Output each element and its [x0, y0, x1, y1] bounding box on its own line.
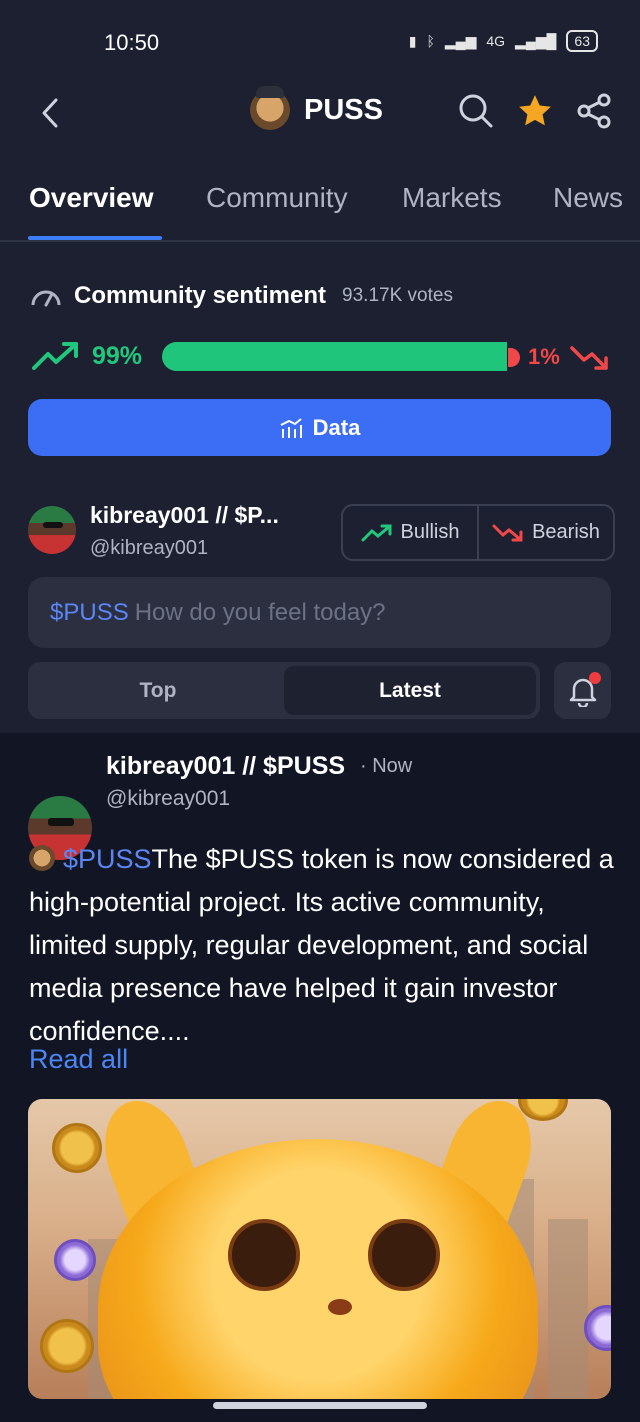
header-title-group: PUSS: [250, 86, 383, 130]
main-tabs: Overview Community Markets News: [0, 170, 640, 242]
trend-down-icon: [570, 346, 608, 370]
chart-icon: [280, 417, 302, 438]
vote-buttons: Bullish Bearish: [341, 504, 615, 561]
coin-icon: [584, 1305, 611, 1351]
cat-nose: [328, 1299, 352, 1315]
signal-strong-icon: ▂▄▆█: [515, 32, 557, 49]
avatar[interactable]: [28, 506, 76, 554]
notification-dot: [589, 672, 601, 684]
tab-community[interactable]: Community: [206, 182, 348, 214]
post-handle: @kibreay001: [106, 787, 231, 810]
bullish-percentage: 99%: [92, 342, 143, 370]
notification-button[interactable]: [554, 662, 611, 719]
sentiment-title: Community sentiment: [74, 282, 327, 309]
tab-news[interactable]: News: [553, 182, 623, 214]
post-time: · Now: [360, 755, 413, 777]
sentiment-votes: 93.17K votes: [342, 285, 453, 306]
puss-logo-icon: [250, 86, 290, 130]
gauge-icon: [31, 290, 61, 307]
post-author[interactable]: kibreay001 // $PUSS: [106, 752, 345, 781]
data-button[interactable]: Data: [28, 399, 611, 456]
home-indicator[interactable]: [213, 1402, 427, 1409]
compose-user-name: kibreay001 // $P...: [90, 502, 279, 528]
star-icon[interactable]: [516, 92, 554, 130]
coin-icon: [40, 1319, 94, 1373]
bearish-label: Bearish: [532, 521, 600, 543]
active-tab-indicator: [28, 236, 162, 240]
post-image[interactable]: [28, 1099, 611, 1399]
sort-toggle: Top Latest: [28, 662, 540, 719]
network-label: 4G: [486, 33, 506, 49]
cat-eye: [368, 1219, 440, 1291]
coin-icon: [54, 1239, 96, 1281]
coin-icon: [52, 1123, 102, 1173]
bearish-button[interactable]: Bearish: [477, 506, 613, 559]
building-shape: [548, 1219, 588, 1399]
sort-top[interactable]: Top: [32, 666, 284, 715]
trend-down-icon: [492, 524, 523, 541]
cat-eye: [228, 1219, 300, 1291]
tab-overview[interactable]: Overview: [29, 182, 154, 214]
bullish-button[interactable]: Bullish: [343, 506, 477, 559]
tab-markets[interactable]: Markets: [402, 182, 502, 214]
status-time: 10:50: [104, 30, 160, 55]
share-icon[interactable]: [576, 93, 612, 129]
bullish-label: Bullish: [400, 521, 460, 543]
post-body: $PUSSThe $PUSS token is now considered a…: [29, 838, 614, 1053]
search-icon[interactable]: [458, 93, 494, 129]
compose-placeholder: How do you feel today?: [134, 598, 386, 626]
header-actions: [458, 92, 612, 130]
read-all-link[interactable]: Read all: [29, 1044, 128, 1075]
bearish-bar: [508, 348, 520, 367]
battery-indicator: 63: [566, 30, 598, 52]
compose-input[interactable]: $PUSS How do you feel today?: [28, 577, 611, 648]
vibrate-icon: ▮: [408, 32, 417, 49]
sentiment-header: Community sentiment 93.17K votes: [30, 282, 453, 310]
status-icons: ▮ ᛒ ▂▄▆ 4G ▂▄▆█ 63: [409, 30, 598, 52]
puss-token-icon: [29, 845, 55, 871]
trend-up-icon: [361, 524, 392, 541]
compose-user-handle: @kibreay001: [90, 537, 209, 559]
chevron-left-icon[interactable]: [36, 96, 66, 130]
signal-icon: ▂▄▆: [444, 32, 477, 49]
page-title: PUSS: [304, 93, 383, 126]
sort-latest[interactable]: Latest: [284, 666, 536, 715]
trend-up-icon: [32, 342, 78, 370]
bullish-bar: [162, 342, 507, 371]
post-ticker[interactable]: $PUSS: [63, 844, 152, 874]
post-text: The $PUSS token is now considered a high…: [29, 844, 614, 1046]
bluetooth-icon: ᛒ: [426, 33, 435, 49]
bearish-percentage: 1%: [528, 344, 560, 369]
compose-ticker: $PUSS: [50, 598, 129, 626]
data-button-label: Data: [312, 414, 361, 440]
